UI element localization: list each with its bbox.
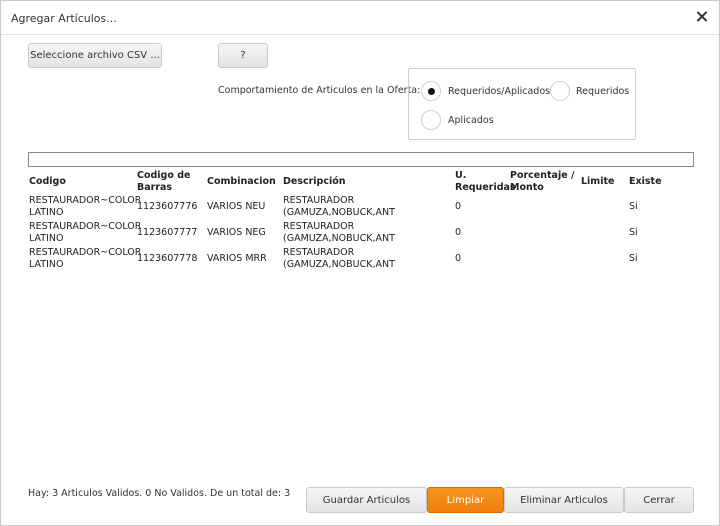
behavior-options xyxy=(408,68,636,140)
radio-label-requeridos: Requeridos xyxy=(576,86,630,97)
cell-existe: Si xyxy=(629,227,638,238)
title-bar: Agregar Artículos... xyxy=(1,1,719,35)
col-u-requeridas[interactable]: U. Requeridas xyxy=(455,170,516,194)
cell-u-requeridas: 0 xyxy=(455,253,462,264)
col-codigo[interactable]: Codigo xyxy=(29,176,66,188)
cell-existe: Si xyxy=(629,201,638,212)
cell-u-requeridas: 0 xyxy=(455,227,462,238)
radio-requeridos[interactable] xyxy=(550,81,570,101)
cell-codigo: RESTAURADOR~COLOR LATINO xyxy=(29,221,142,244)
help-button[interactable]: ? xyxy=(218,43,268,68)
cell-barras: 1123607777 xyxy=(137,227,198,238)
col-codigo-barras[interactable]: Codigo de Barras xyxy=(137,170,190,194)
behavior-label: Comportamiento de Articulos en la Oferta… xyxy=(218,85,421,96)
cell-barras: 1123607778 xyxy=(137,253,198,264)
add-articles-dialog: Agregar Artículos... Seleccione archivo … xyxy=(0,0,720,526)
dialog-title: Agregar Artículos... xyxy=(11,12,117,25)
close-icon[interactable] xyxy=(693,8,711,26)
cell-combinacion: VARIOS MRR xyxy=(207,253,267,264)
radio-label-aplicados: Aplicados xyxy=(448,115,494,126)
col-descripcion[interactable]: Descripción xyxy=(283,176,346,188)
cell-existe: Si xyxy=(629,253,638,264)
radio-aplicados[interactable] xyxy=(421,110,441,130)
cell-barras: 1123607776 xyxy=(137,201,198,212)
delete-articles-button[interactable]: Eliminar Articulos xyxy=(504,487,624,513)
radio-requeridos-aplicados[interactable] xyxy=(421,81,441,101)
save-articles-button[interactable]: Guardar Articulos xyxy=(306,487,427,513)
cell-descripcion: RESTAURADOR (GAMUZA,NOBUCK,ANT xyxy=(283,195,395,218)
cell-u-requeridas: 0 xyxy=(455,201,462,212)
cell-codigo: RESTAURADOR~COLOR LATINO xyxy=(29,195,142,218)
status-text: Hay: 3 Articulos Validos. 0 No Validos. … xyxy=(28,488,291,499)
col-existe[interactable]: Existe xyxy=(629,176,662,188)
cell-combinacion: VARIOS NEU xyxy=(207,201,266,212)
cell-combinacion: VARIOS NEG xyxy=(207,227,266,238)
select-csv-button[interactable]: Seleccione archivo CSV ... xyxy=(28,43,162,68)
col-combinacion[interactable]: Combinacion xyxy=(207,176,276,188)
cell-descripcion: RESTAURADOR (GAMUZA,NOBUCK,ANT xyxy=(283,221,395,244)
col-limite[interactable]: Limite xyxy=(581,176,614,188)
progress-bar xyxy=(28,152,694,167)
col-porcentaje-monto[interactable]: Porcentaje / Monto xyxy=(510,170,574,194)
clear-button[interactable]: Limpiar xyxy=(427,487,504,513)
cell-descripcion: RESTAURADOR (GAMUZA,NOBUCK,ANT xyxy=(283,247,395,270)
radio-label-requeridos-aplicados: Requeridos/Aplicados xyxy=(448,86,551,97)
cell-codigo: RESTAURADOR~COLOR LATINO xyxy=(29,247,142,270)
close-button[interactable]: Cerrar xyxy=(624,487,694,513)
